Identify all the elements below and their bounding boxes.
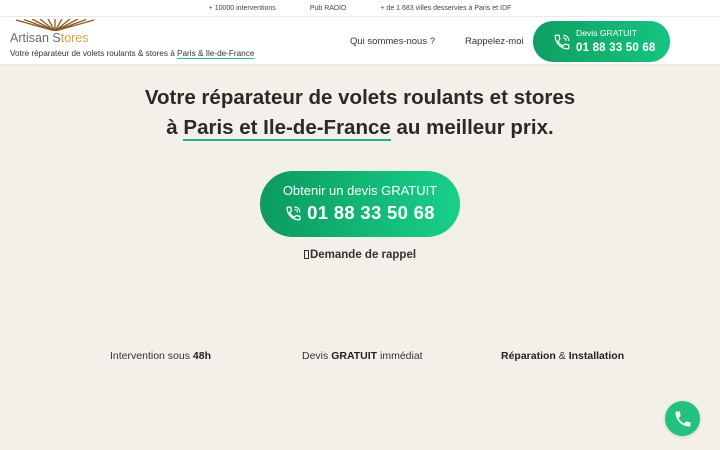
main-phone-number: 01 88 33 50 68 xyxy=(307,202,435,223)
cities-served: + de 1 683 villes desservies à Paris et … xyxy=(380,4,512,12)
feature-repair-install: Réparation & Installation xyxy=(501,350,625,362)
site-header: Artisan Stores Votre réparateur de volet… xyxy=(0,17,720,64)
logo[interactable]: Artisan Stores xyxy=(10,19,290,45)
interventions-count: + 10000 interventions xyxy=(208,4,276,12)
title-region-highlight: Paris et Ile-de-France xyxy=(183,116,391,141)
feature-free-quote: Devis GRATUIT immédiat xyxy=(302,350,423,362)
callback-request-link[interactable]: Demande de rappel xyxy=(0,249,720,261)
title-line-1: Votre réparateur de volets roulants et s… xyxy=(144,86,576,109)
title-line-2: à Paris et Ile-de-France au meilleur pri… xyxy=(166,116,554,141)
header-phone-number: 01 88 33 50 68 xyxy=(576,42,656,55)
header-quote-button[interactable]: Devis GRATUIT 01 88 33 50 68 xyxy=(533,21,670,62)
tagline: Votre réparateur de volets roulants & st… xyxy=(10,49,255,58)
main-quote-button[interactable]: Obtenir un devis GRATUIT 01 88 33 50 68 xyxy=(260,171,460,237)
brand[interactable]: Artisan Stores Votre réparateur de volet… xyxy=(10,19,290,58)
nav-who-we-are[interactable]: Qui sommes-nous ? xyxy=(350,36,435,47)
logo-text: Artisan Stores xyxy=(10,31,89,45)
floating-call-button[interactable] xyxy=(665,401,700,436)
phone-icon xyxy=(554,34,570,49)
checkbox-icon xyxy=(303,250,309,259)
feature-intervention: Intervention sous 48h xyxy=(110,350,211,362)
tagline-region: Paris & Ile-de-France xyxy=(177,49,255,58)
sunrise-logo-icon xyxy=(15,19,95,31)
top-info-bar: + 10000 interventions Pub RADIO + de 1 6… xyxy=(0,0,720,17)
page-title: Votre réparateur de volets roulants et s… xyxy=(0,83,720,143)
nav-callback[interactable]: Rappelez-moi xyxy=(465,36,524,47)
radio-link[interactable]: Pub RADIO xyxy=(293,5,364,12)
phone-icon xyxy=(286,205,301,221)
header-quote-label: Devis GRATUIT xyxy=(576,27,637,38)
main-quote-label: Obtenir un devis GRATUIT xyxy=(282,183,438,198)
phone-icon xyxy=(675,411,690,426)
